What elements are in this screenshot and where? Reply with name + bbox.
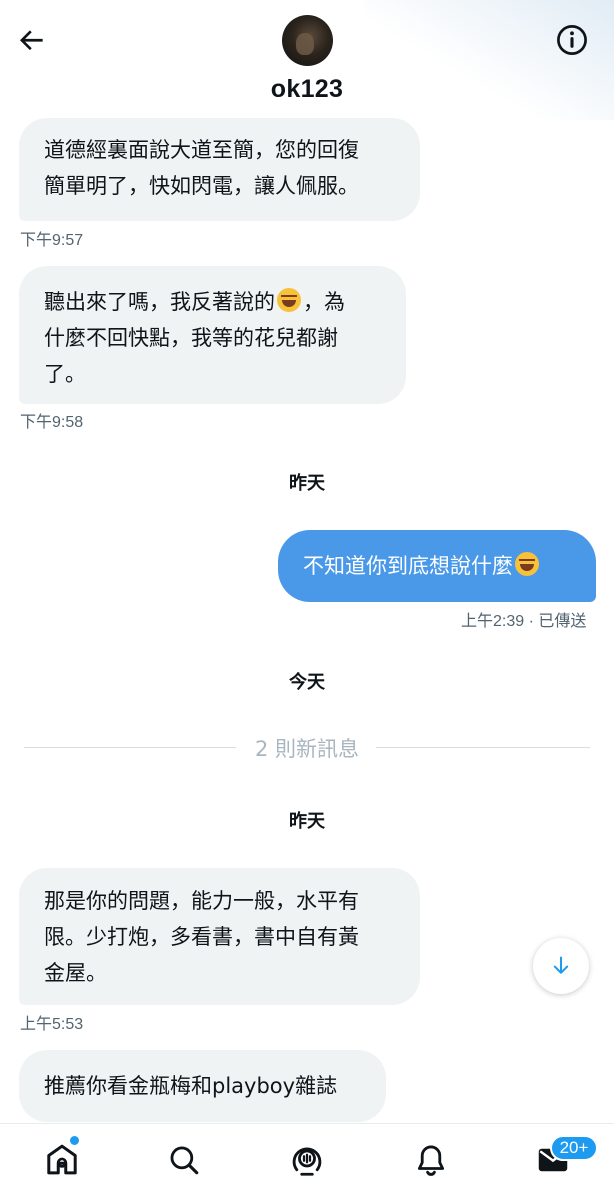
back-button[interactable] — [14, 22, 50, 58]
messages-count-badge: 20+ — [550, 1135, 598, 1161]
laughing-tears-emoji-icon — [515, 552, 539, 576]
arrow-left-icon — [20, 30, 43, 51]
message-text-segment: 聽出來了嗎，我反著說的 — [44, 290, 275, 314]
new-messages-label: 2 則新訊息 — [254, 737, 360, 761]
message-text-line: 簡單明了，快如閃電，讓人佩服。 — [44, 174, 359, 198]
message-text-line: 聽出來了嗎，我反著說的 ，為 — [44, 284, 382, 320]
spaces-icon — [292, 1147, 322, 1176]
message-status: · 已傳送 — [528, 613, 587, 630]
tab-search[interactable] — [162, 1138, 206, 1182]
message-bubble-incoming[interactable]: 道德經裏面說大道至簡，您的回復 簡單明了，快如閃電，讓人佩服。 — [19, 118, 420, 221]
info-button[interactable] — [554, 22, 590, 58]
bottom-tab-bar — [0, 1123, 614, 1201]
message-bubble-outgoing[interactable]: 不知道你到底想說什麼 — [278, 530, 596, 602]
new-messages-divider: 2 則新訊息 — [24, 732, 590, 762]
laughing-tears-emoji-icon — [277, 288, 301, 312]
search-icon — [170, 1146, 199, 1175]
message-timestamp: 上午2:39 · 已傳送 — [461, 607, 586, 631]
message-bubble-incoming[interactable]: 那是你的問題，能力一般，水平有 限。少打炮，多看書，書中自有黃 金屋。 — [19, 868, 420, 1005]
message-bubble-incoming[interactable]: 聽出來了嗎，我反著說的 ，為 什麼不回快點，我等的花兒都謝 了。 — [19, 266, 406, 404]
info-circle-icon — [557, 25, 587, 55]
message-text-line: 什麼不回快點，我等的花兒都謝 — [44, 326, 338, 350]
message-text-segment: ，為 — [303, 290, 345, 314]
message-text: 不知道你到底想說什麼 — [303, 554, 513, 578]
message-text-line: 金屋。 — [44, 961, 107, 985]
message-timestamp: 上午5:53 — [20, 1016, 84, 1033]
conversation-name[interactable]: ok123 — [0, 75, 614, 104]
conversation-header: ok123 — [0, 0, 614, 115]
home-icon — [47, 1144, 77, 1175]
message-text-line: 那是你的問題，能力一般，水平有 — [44, 889, 359, 913]
message-text-line: 限。少打炮，多看書，書中自有黃 — [44, 925, 359, 949]
message-text: 推薦你看金瓶梅和playboy雜誌 — [44, 1074, 338, 1098]
date-separator: 今天 — [289, 672, 325, 693]
message-text-line: 道德經裏面說大道至簡，您的回復 — [44, 138, 359, 162]
tab-spaces[interactable] — [285, 1138, 329, 1182]
date-separator: 昨天 — [289, 473, 325, 494]
message-time: 上午2:39 — [461, 613, 525, 630]
tab-notifications[interactable] — [409, 1138, 453, 1182]
tab-home[interactable] — [40, 1138, 84, 1182]
arrow-down-icon — [553, 956, 569, 974]
message-text-line: 了。 — [44, 362, 86, 386]
home-notification-dot — [70, 1136, 79, 1145]
message-timestamp: 下午9:58 — [20, 414, 84, 431]
avatar[interactable] — [282, 15, 333, 66]
message-bubble-incoming[interactable]: 推薦你看金瓶梅和playboy雜誌 — [19, 1050, 386, 1122]
message-timestamp: 下午9:57 — [20, 232, 84, 249]
scroll-to-bottom-button[interactable] — [533, 938, 589, 994]
notifications-icon — [417, 1145, 445, 1176]
date-separator: 昨天 — [289, 811, 325, 832]
divider-line — [376, 747, 590, 748]
